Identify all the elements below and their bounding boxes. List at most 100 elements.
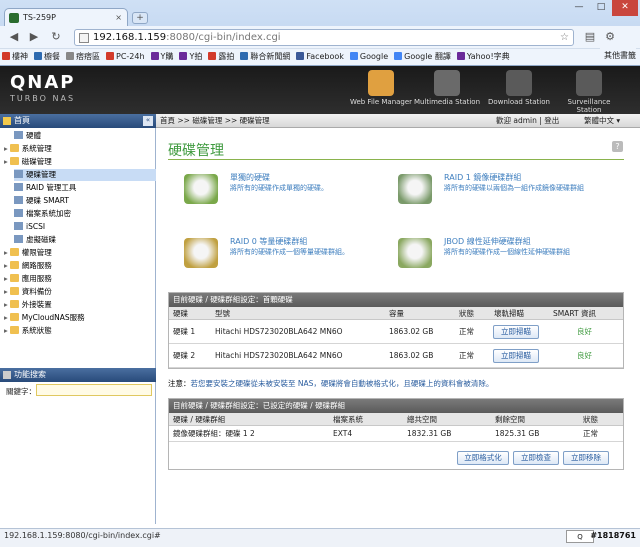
expand-icon[interactable]: ▸ — [4, 287, 8, 296]
format-now-button[interactable]: 立即格式化 — [457, 451, 509, 465]
item-icon — [14, 196, 23, 204]
bookmark-star-icon[interactable]: ☆ — [560, 30, 569, 45]
minimize-button[interactable]: — — [568, 0, 590, 16]
bookmark-item[interactable]: 櫥餐 — [32, 49, 64, 65]
bookmark-item[interactable]: 露拍 — [206, 49, 238, 65]
bookmark-item[interactable]: Google — [348, 49, 392, 65]
sidebar-item[interactable]: 硬體 — [14, 130, 156, 142]
smart-status[interactable]: 良好 — [577, 320, 592, 344]
keyword-label: 關鍵字： — [6, 387, 36, 396]
tab-close-icon[interactable]: × — [115, 9, 122, 26]
bookmark-item[interactable]: Google 翻譯 — [392, 49, 455, 65]
sidebar-item[interactable]: ▸ 權限管理 — [4, 247, 156, 259]
sidebar-item-label: iSCSI — [26, 222, 46, 231]
sidebar-item-label: 硬碟管理 — [26, 170, 56, 179]
sidebar-item[interactable]: 硬碟 SMART — [14, 195, 156, 207]
sidebar-item[interactable]: ▸ MyCloudNAS服務 — [4, 312, 156, 324]
station-label: Surveillance Station — [567, 98, 611, 114]
wrench-icon[interactable]: ⚙ — [602, 29, 618, 45]
separator: | — [539, 116, 542, 125]
new-tab-button[interactable]: + — [132, 12, 148, 24]
browser-tab[interactable]: TS-259P × — [4, 8, 128, 26]
bookmark-item[interactable]: Y拍 — [177, 49, 206, 65]
forward-icon[interactable]: ▶ — [26, 29, 42, 45]
bookmark-item[interactable]: Y購 — [149, 49, 178, 65]
station-2[interactable]: Multimedia Station — [412, 70, 482, 112]
group-table-title: 目前硬碟 / 硬碟群組設定：已設定的硬碟 / 硬碟群組 — [169, 399, 623, 413]
disk-config-option[interactable]: 單獨的硬碟 將所有的硬碟作成單獨的硬碟。 — [184, 172, 384, 212]
bookmark-item[interactable]: 痞痞區 — [64, 49, 104, 65]
expand-icon[interactable]: ▸ — [4, 326, 8, 335]
expand-icon[interactable]: ▸ — [4, 261, 8, 270]
sidebar-item[interactable]: ▸ 磁碟管理 — [4, 156, 156, 168]
bookmark-label: 聯合新聞網 — [250, 52, 291, 61]
check-now-button[interactable]: 立即檢查 — [513, 451, 559, 465]
expand-icon[interactable]: ▸ — [4, 313, 8, 322]
reload-icon[interactable]: ↻ — [48, 29, 64, 45]
disk-config-option[interactable]: RAID 0 等量硬碟群組 將所有的硬碟作成一個等量硬碟群組。 — [184, 236, 384, 276]
expand-icon[interactable]: ▸ — [4, 274, 8, 283]
sidebar-item[interactable]: 硬碟管理 — [14, 169, 156, 181]
close-window-button[interactable]: ✕ — [612, 0, 638, 16]
expand-icon[interactable]: ▸ — [4, 248, 8, 257]
expand-icon[interactable]: ▸ — [4, 157, 8, 166]
station-icon — [506, 70, 532, 96]
sidebar-item[interactable]: 虛擬磁碟 — [14, 234, 156, 246]
other-bookmarks[interactable]: 其他書籤 — [600, 48, 636, 65]
welcome-text: 歡迎 admin — [496, 116, 537, 125]
bookmark-item[interactable]: Facebook — [294, 49, 348, 65]
sidebar-item[interactable]: ▸ 網路服務 — [4, 260, 156, 272]
url-host: 192.168.1.159 — [93, 32, 167, 43]
expand-icon[interactable]: ▸ — [4, 144, 8, 153]
station-3[interactable]: Download Station — [484, 70, 554, 112]
sidebar-item[interactable]: RAID 管理工具 — [14, 182, 156, 194]
group-table: 目前硬碟 / 硬碟群組設定：已設定的硬碟 / 硬碟群組 硬碟 / 硬碟群組 檔案… — [168, 398, 624, 470]
language-select[interactable]: 繁體中文 ▾ — [584, 114, 620, 128]
bookmark-item[interactable]: 樓神 — [0, 49, 32, 65]
hard-disk-icon — [184, 238, 218, 268]
disk-config-option[interactable]: JBOD 線性延伸硬碟群組 將所有的硬碟作成一個線性延伸硬碟群組 — [398, 236, 598, 276]
bookmark-icon — [179, 52, 188, 60]
bookmark-item[interactable]: Yahoo!字典 — [455, 49, 514, 65]
sidebar-item[interactable]: iSCSI — [14, 221, 156, 233]
sidebar-item[interactable]: ▸ 系統狀態 — [4, 325, 156, 337]
maximize-button[interactable]: □ — [590, 0, 612, 16]
disk-config-option[interactable]: RAID 1 鏡像硬碟群組 將所有的硬碟以兩個為一組作成鏡像硬碟群組 — [398, 172, 598, 212]
sidebar-item[interactable]: ▸ 資料備份 — [4, 286, 156, 298]
expand-icon[interactable]: ▸ — [4, 300, 8, 309]
address-bar[interactable]: 192.168.1.159:8080/cgi-bin/index.cgi ☆ — [74, 29, 574, 46]
smart-status[interactable]: 良好 — [577, 344, 592, 368]
option-description: 將所有的硬碟作成一個等量硬碟群組。 — [230, 248, 349, 256]
disk-table-header: 硬碟 型號 容量 狀態 壞軌掃瞄 SMART 資訊 — [169, 307, 623, 320]
page-menu-icon[interactable]: ▤ — [582, 29, 598, 45]
station-label: Download Station — [488, 98, 550, 106]
sidebar-item[interactable]: 檔案系統加密 — [14, 208, 156, 220]
station-4[interactable]: Surveillance Station — [554, 70, 624, 114]
back-icon[interactable]: ◀ — [6, 29, 22, 45]
option-title[interactable]: RAID 1 鏡像硬碟群組 — [444, 172, 521, 183]
station-1[interactable]: Web File Manager — [346, 70, 416, 112]
remove-now-button[interactable]: 立即移除 — [563, 451, 609, 465]
sidebar-item[interactable]: ▸ 外接裝置 — [4, 299, 156, 311]
sidebar-item[interactable]: ▸ 應用服務 — [4, 273, 156, 285]
scan-now-button[interactable]: 立即掃瞄 — [493, 349, 539, 363]
option-title[interactable]: RAID 0 等量硬碟群組 — [230, 236, 307, 247]
sidebar-header[interactable]: 首頁 « — [0, 114, 156, 128]
bookmark-icon — [240, 52, 249, 60]
logout-link[interactable]: 登出 — [544, 116, 559, 125]
user-bar: 歡迎 admin | 登出 — [496, 114, 559, 128]
help-icon[interactable]: ? — [612, 141, 623, 152]
collapse-icon[interactable]: « — [143, 116, 153, 126]
bookmark-item[interactable]: 聯合新聞網 — [238, 49, 294, 65]
sidebar-item-label: MyCloudNAS服務 — [21, 313, 85, 322]
option-title[interactable]: 單獨的硬碟 — [230, 172, 270, 183]
keyword-input[interactable] — [36, 384, 152, 396]
bookmark-label: Facebook — [306, 52, 344, 61]
option-title[interactable]: JBOD 線性延伸硬碟群組 — [444, 236, 531, 247]
sidebar-item-label: 應用服務 — [21, 274, 52, 283]
scan-now-button[interactable]: 立即掃瞄 — [493, 325, 539, 339]
sidebar-item-label: 系統狀態 — [21, 326, 52, 335]
hard-disk-icon — [398, 238, 432, 268]
bookmark-item[interactable]: PC-24h — [104, 49, 149, 65]
sidebar-item[interactable]: ▸ 系統管理 — [4, 143, 156, 155]
